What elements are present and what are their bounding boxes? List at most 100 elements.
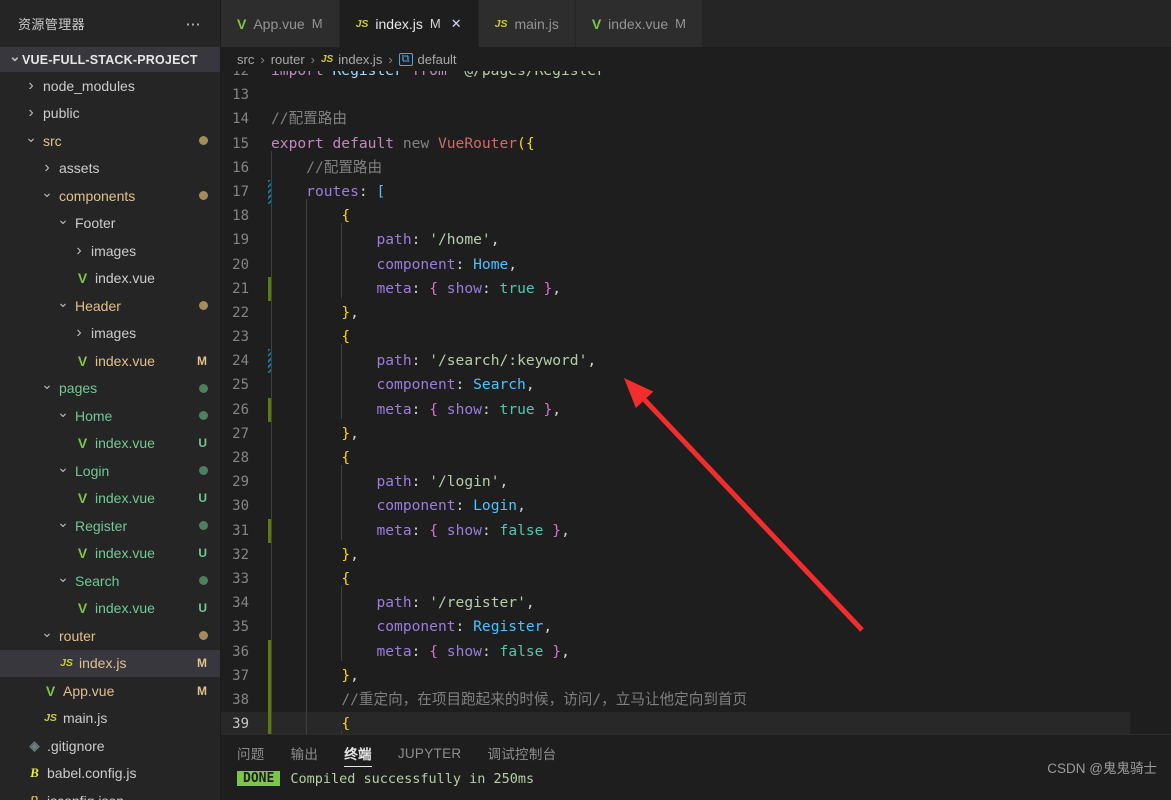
ellipsis-icon[interactable]: ⋯ [180,15,209,33]
chevron-right-icon[interactable] [24,105,38,121]
chevron-down-icon[interactable] [40,633,54,639]
tree-file-main.js[interactable]: JS main.js [0,705,220,733]
code-line[interactable]: 33 { [221,561,1171,591]
tree-folder-footer[interactable]: Footer [0,210,220,238]
chevron-down-icon[interactable] [56,303,70,309]
code-line[interactable]: 18 { [221,199,1171,228]
chevron-right-icon[interactable] [72,325,86,341]
code-line[interactable]: 27 }, [221,416,1171,446]
indent-guide [271,271,306,301]
code-line[interactable]: 39 { [221,707,1171,734]
editor-tab-main-js[interactable]: JS main.js [478,0,576,47]
chevron-right-icon[interactable] [24,78,38,94]
tree-file-jsconfig.json[interactable]: {}jsconfig.json [0,787,220,800]
code-line[interactable]: 26 meta: { show: true }, [221,392,1171,422]
tree-folder-node_modules[interactable]: node_modules [0,72,220,100]
code-line[interactable]: 24 path: '/search/:keyword', [221,344,1171,374]
code-line[interactable]: 17 routes: [ [221,174,1171,205]
panel-tab-3[interactable]: JUPYTER [398,735,462,771]
indent-guide [306,489,341,518]
tree-folder-images[interactable]: images [0,320,220,348]
tree-folder-assets[interactable]: assets [0,155,220,183]
code-line[interactable]: 32 }, [221,537,1171,567]
breadcrumb[interactable]: src › router › JS index.js › ⧉ default [221,47,1171,71]
editor-tab-index-js[interactable]: JS index.js M ✕ [339,0,479,47]
chevron-down-icon[interactable] [40,385,54,391]
code-line[interactable]: 35 component: Register, [221,610,1171,639]
panel-tabs[interactable]: 问题 输出 终端 JUPYTER 调试控制台 [221,735,1171,771]
code-line[interactable]: 36 meta: { show: false }, [221,634,1171,664]
minimap[interactable] [1130,71,1171,734]
tree-file-babel.config.js[interactable]: Bbabel.config.js [0,760,220,788]
code-line[interactable]: 22 }, [221,295,1171,325]
code-line[interactable]: 30 component: Login, [221,489,1171,518]
tree-file-app.vue[interactable]: V App.vue M [0,677,220,705]
tree-folder-src[interactable]: src [0,127,220,155]
code-line[interactable]: 13 [221,83,1171,107]
git-status-dot [199,191,208,201]
panel-tab-1[interactable]: 输出 [291,735,319,771]
chevron-right-icon[interactable] [40,160,54,176]
code-line[interactable]: 28 { [221,440,1171,470]
chevron-down-icon[interactable] [56,578,70,584]
tree-folder-register[interactable]: Register [0,512,220,540]
tree-folder-search[interactable]: Search [0,567,220,595]
tree-file-index.vue[interactable]: Vindex.vue M [0,347,220,375]
code-lines[interactable]: 12 import Register from '@/pages/Register… [221,71,1171,734]
editor-tab-App-vue[interactable]: V App.vue M [221,0,340,47]
code-line[interactable]: 34 path: '/register', [221,586,1171,615]
code-line[interactable]: 16 //配置路由 [221,150,1171,180]
tree-file-index.vue[interactable]: Vindex.vue U [0,485,220,513]
chevron-right-icon[interactable] [72,243,86,259]
tree-file-index.vue[interactable]: Vindex.vue U [0,540,220,568]
editor-tabbar[interactable]: V App.vue M JS index.js M ✕ JS main.js Vindex.vue… [221,0,1171,47]
chevron-down-icon[interactable] [56,220,70,226]
tree-folder-home[interactable]: Home [0,402,220,430]
code-token: from [403,71,456,79]
indent-guide [341,247,376,277]
panel-tab-2[interactable]: 终端 [344,735,372,771]
tree-folder-login[interactable]: Login [0,457,220,485]
code-line[interactable]: 12 import Register from '@/pages/Register… [221,71,1171,83]
breadcrumb-item-default[interactable]: ⧉ default [398,52,457,67]
file-tree[interactable]: VUE-FULL-STACK-PROJECT node_modulespubli… [0,47,220,800]
code-line[interactable]: 21 meta: { show: true }, [221,271,1171,301]
close-icon[interactable]: ✕ [451,16,462,32]
tree-file-index.vue[interactable]: Vindex.vue U [0,595,220,623]
tree-file-.gitignore[interactable]: ◈ .gitignore [0,732,220,760]
code-editor[interactable]: 12 import Register from '@/pages/Register… [221,71,1171,734]
chevron-down-icon[interactable] [56,413,70,419]
code-line[interactable]: 31 meta: { show: false }, [221,513,1171,543]
panel-tab-0[interactable]: 问题 [237,735,265,771]
chevron-down-icon[interactable] [56,523,70,529]
tree-root-folder[interactable]: VUE-FULL-STACK-PROJECT [0,47,220,72]
tree-folder-components[interactable]: components [0,182,220,210]
tree-file-index.vue[interactable]: Vindex.vue U [0,430,220,458]
terminal-output[interactable]: DONE Compiled successfully in 250ms [221,771,1171,800]
code-line[interactable]: 37 }, [221,658,1171,688]
code-line[interactable]: 20 component: Home, [221,247,1171,277]
tree-folder-public[interactable]: public [0,100,220,128]
code-line[interactable]: 38 //重定向，在项目跑起来的时候，访问/，立马让他定向到首页 [221,682,1171,713]
code-line[interactable]: 15 export default new VueRouter({ [221,132,1171,156]
chevron-down-icon [8,57,22,63]
editor-tab-index-vue[interactable]: Vindex.vue M [575,0,703,47]
tree-file-index.js[interactable]: JS index.js M [0,649,220,677]
chevron-down-icon[interactable] [24,138,38,144]
code-line[interactable]: 25 component: Search, [221,368,1171,397]
breadcrumb-item-src[interactable]: src [237,52,254,67]
chevron-down-icon[interactable] [40,193,54,199]
code-line[interactable]: 23 { [221,320,1171,349]
tree-folder-images[interactable]: images [0,237,220,265]
code-line[interactable]: 29 path: '/login', [221,465,1171,494]
breadcrumb-item-index-js[interactable]: JS index.js [321,52,382,67]
chevron-down-icon[interactable] [56,468,70,474]
breadcrumb-item-router[interactable]: router [271,52,305,67]
panel-tab-4[interactable]: 调试控制台 [487,735,556,771]
code-line[interactable]: 19 path: '/home', [221,223,1171,252]
code-line[interactable]: 14 //配置路由 [221,107,1171,131]
tree-folder-header[interactable]: Header [0,292,220,320]
tree-folder-router[interactable]: router [0,622,220,650]
tree-folder-pages[interactable]: pages [0,375,220,403]
tree-file-index.vue[interactable]: Vindex.vue [0,265,220,293]
